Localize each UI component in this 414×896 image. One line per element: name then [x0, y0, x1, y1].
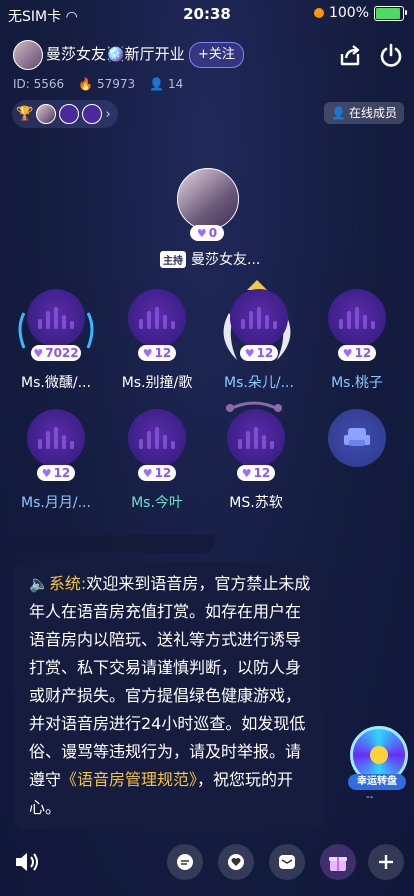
chat-bubble-icon — [177, 854, 193, 870]
mail-icon — [279, 855, 295, 869]
location-indicator-icon — [313, 8, 324, 18]
heart-icon: ♥ — [342, 346, 353, 360]
host-charm-pill: ♥ 0 — [190, 225, 224, 241]
seat-charm-pill: ♥ 7022 — [31, 345, 81, 361]
follow-button[interactable]: +关注 — [189, 42, 244, 68]
online-members-button[interactable]: 👤 在线成员 — [324, 102, 404, 124]
seat-charm-count: 7022 — [45, 346, 79, 360]
seat-charm-count: 12 — [253, 466, 271, 480]
audio-bars-icon — [38, 307, 74, 329]
heart-icon: ♥ — [196, 226, 207, 240]
seat-charm-pill: ♥ 12 — [37, 465, 75, 481]
seat-name: Ms.桃子 — [331, 375, 383, 391]
gift-button[interactable] — [320, 844, 356, 880]
plus-icon — [379, 855, 393, 869]
system-message: 🔈系统:欢迎来到语音房，官方禁止未成年人在语音房充值打赏。如存在用户在语音房内以… — [14, 562, 323, 830]
audio-bars-icon — [38, 427, 74, 449]
audio-bars-icon — [241, 307, 277, 329]
audio-bars-icon — [139, 307, 175, 329]
speaker-icon: 🔈 — [29, 574, 49, 593]
seat-charm-count: 12 — [154, 346, 172, 360]
system-label: 系统: — [48, 574, 87, 593]
share-icon[interactable] — [336, 41, 364, 69]
seat-avatar[interactable] — [27, 289, 85, 347]
heart-icon — [228, 854, 244, 870]
host-tag: 主持 — [160, 250, 186, 268]
heat-stat: 🔥 57973 — [78, 77, 136, 91]
seat-charm-pill: ♥ 12 — [138, 465, 176, 481]
seat-avatar[interactable] — [128, 409, 186, 467]
seat-charm-count: 12 — [154, 466, 172, 480]
seat-name: Ms.月月/... — [21, 495, 91, 511]
rank-avatar-1 — [36, 104, 57, 124]
bottom-toolbar — [0, 838, 414, 896]
seat-name: Ms.别撞/歌 — [121, 375, 193, 391]
wheel-counter: -- — [366, 792, 374, 803]
host-name-row: 主持 曼莎女友... — [160, 249, 260, 269]
rank-avatar-3 — [82, 104, 103, 124]
seat-charm-count: 12 — [256, 346, 274, 360]
audio-bars-icon — [339, 307, 375, 329]
wheel-hub-icon — [370, 746, 388, 764]
rules-link[interactable]: 《语音房管理规范》 — [61, 770, 197, 789]
seat-name: MS.苏软 — [229, 495, 283, 511]
status-right: 100% — [313, 5, 407, 21]
flame-icon: 🔥 — [78, 77, 94, 91]
seat-charm-count: 12 — [354, 346, 372, 360]
lucky-wheel-label[interactable]: 幸运转盘 — [348, 774, 406, 790]
empty-seat[interactable] — [328, 409, 386, 467]
system-message-body: 欢迎来到语音房，官方禁止未成年人在语音房充值打赏。如存在用户在语音房内以陪玩、送… — [29, 574, 311, 789]
message-button[interactable] — [269, 844, 305, 880]
room-meta: ID: 5566 🔥 57973 👤 14 — [13, 77, 183, 91]
previous-chat-message — [14, 535, 214, 553]
battery-icon — [374, 5, 407, 21]
status-bar: 无SIM卡 ◠ 20:38 100% — [0, 0, 414, 30]
seat-avatar[interactable] — [227, 409, 285, 467]
battery-percent: 100% — [328, 5, 369, 21]
heart-icon: ♥ — [41, 466, 52, 480]
seat-avatar[interactable] — [128, 289, 186, 347]
audio-bars-icon — [139, 427, 175, 449]
heart-icon: ♥ — [142, 346, 153, 360]
seat-charm-pill: ♥ 12 — [240, 345, 278, 361]
favorite-button[interactable] — [218, 844, 254, 880]
room-title: 曼莎女友🪩新厅开业 — [46, 45, 185, 63]
chevron-right-icon: › — [105, 106, 111, 122]
rank-badges[interactable]: 🏆 › — [12, 100, 118, 128]
seat-charm-pill: ♥ 12 — [237, 465, 275, 481]
heart-icon: ♥ — [241, 466, 252, 480]
armchair-icon — [344, 428, 370, 446]
heart-icon: ♥ — [244, 346, 255, 360]
seat-avatar[interactable] — [230, 289, 288, 347]
chat-button[interactable] — [167, 844, 203, 880]
power-icon[interactable] — [377, 41, 405, 69]
trophy-icon: 🏆 — [16, 106, 34, 122]
seat-charm-pill: ♥ 12 — [138, 345, 176, 361]
room-id: ID: 5566 — [13, 77, 65, 91]
seat-charm-pill: ♥ 12 — [338, 345, 376, 361]
gift-icon — [329, 857, 347, 871]
seat-avatar[interactable] — [27, 409, 85, 467]
more-button[interactable] — [368, 844, 404, 880]
room-avatar[interactable] — [13, 40, 43, 70]
audio-bars-icon — [238, 427, 274, 449]
seat-avatar[interactable] — [328, 289, 386, 347]
heart-icon: ♥ — [33, 346, 44, 360]
seat-name: Ms.微醺/... — [21, 375, 91, 391]
seat-name: Ms.朵儿/... — [224, 375, 294, 391]
person-icon: 👤 — [149, 77, 165, 91]
volume-icon[interactable] — [12, 848, 40, 876]
person-icon: 👤 — [331, 106, 346, 120]
seat-charm-count: 12 — [53, 466, 71, 480]
seat-name: Ms.今叶 — [131, 495, 183, 511]
member-stat: 👤 14 — [149, 77, 184, 91]
rank-avatar-2 — [59, 104, 80, 124]
heart-icon: ♥ — [142, 466, 153, 480]
host-name: 曼莎女友... — [191, 252, 261, 268]
host-avatar[interactable] — [177, 168, 239, 230]
